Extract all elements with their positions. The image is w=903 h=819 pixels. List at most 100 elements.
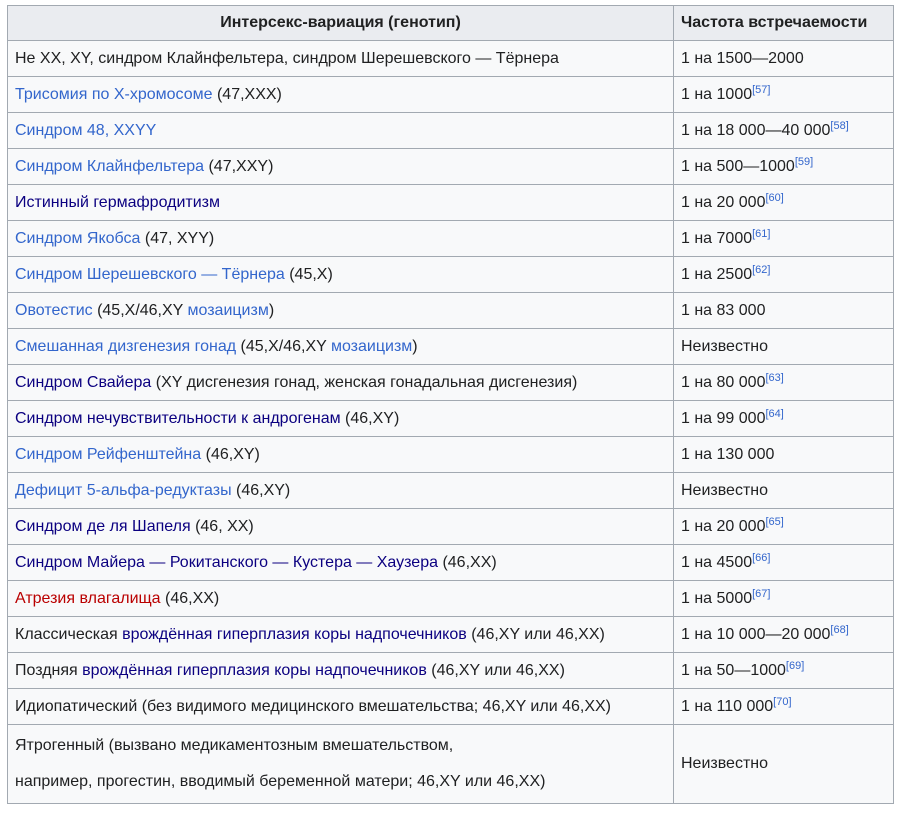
variation-text: (46,XY) xyxy=(340,409,400,427)
variation-cell: Дефицит 5-альфа-редуктазы (46,XY) xyxy=(7,472,674,509)
variation-link[interactable]: мозаицизм xyxy=(188,302,269,319)
frequency-value: 1 на 1000 xyxy=(681,85,753,103)
table-row: Синдром нечувствительности к андрогенам … xyxy=(7,400,894,437)
frequency-value: 1 на 80 000 xyxy=(681,373,766,391)
intersex-frequency-table: Интерсекс-вариация (генотип) Частота вст… xyxy=(7,5,894,804)
frequency-cell: 1 на 4500[66] xyxy=(673,544,894,581)
variation-cell: Синдром нечувствительности к андрогенам … xyxy=(7,400,674,437)
variation-cell: Смешанная дизгенезия гонад (45,X/46,XY м… xyxy=(7,328,674,365)
variation-link[interactable]: Синдром нечувствительности к андрогенам xyxy=(15,410,341,427)
frequency-cell: 1 на 5000[67] xyxy=(673,580,894,617)
variation-cell: Классическая врождённая гиперплазия коры… xyxy=(7,616,674,653)
frequency-value: 1 на 2500 xyxy=(681,265,753,283)
variation-link[interactable]: Синдром Клайнфельтера xyxy=(15,158,204,175)
reference-link[interactable]: [59] xyxy=(795,156,813,168)
reference-link[interactable]: [67] xyxy=(752,588,770,600)
variation-text: (47,XXY) xyxy=(204,157,274,175)
frequency-value: 1 на 1500—2000 xyxy=(681,49,804,67)
frequency-value: 1 на 130 000 xyxy=(681,445,775,463)
frequency-cell: 1 на 83 000 xyxy=(673,292,894,329)
reference-link[interactable]: [64] xyxy=(765,408,783,420)
reference-link[interactable]: [60] xyxy=(765,192,783,204)
frequency-cell: 1 на 130 000 xyxy=(673,436,894,473)
reference-link[interactable]: [69] xyxy=(786,660,804,672)
reference-link[interactable]: [68] xyxy=(830,624,848,636)
frequency-value: 1 на 7000 xyxy=(681,229,753,247)
table-row: Синдром Свайера (XY дисгенезия гонад, же… xyxy=(7,364,894,401)
variation-line: Ятрогенный (вызвано медикаментозным вмеш… xyxy=(15,737,454,754)
frequency-value: 1 на 83 000 xyxy=(681,301,766,319)
reference-link[interactable]: [66] xyxy=(752,552,770,564)
variation-link[interactable]: Синдром Шерешевского — Тёрнера xyxy=(15,266,285,283)
reference-link[interactable]: [61] xyxy=(752,228,770,240)
variation-cell: Ятрогенный (вызвано медикаментозным вмеш… xyxy=(7,724,674,804)
frequency-cell: 1 на 20 000[65] xyxy=(673,508,894,545)
frequency-value: 1 на 4500 xyxy=(681,553,753,571)
variation-text: (46, XX) xyxy=(190,517,254,535)
variation-text: (47, XYY) xyxy=(140,229,215,247)
variation-link[interactable]: Синдром Свайера xyxy=(15,374,151,391)
variation-text: (45,X/46,XY xyxy=(236,337,331,355)
variation-link[interactable]: врождённая гиперплазия коры надпочечнико… xyxy=(122,626,467,643)
table-row: Синдром Клайнфельтера (47,XXY) 1 на 500—1… xyxy=(7,148,894,185)
table-row: Истинный гермафродитизм 1 на 20 000[60] xyxy=(7,184,894,221)
variation-link[interactable]: Атрезия влагалища xyxy=(15,590,161,607)
variation-link[interactable]: Синдром Рейфенштейна xyxy=(15,446,201,463)
variation-cell: Атрезия влагалища (46,XX) xyxy=(7,580,674,617)
table-row: Синдром Шерешевского — Тёрнера (45,X) 1 н… xyxy=(7,256,894,293)
variation-text: ) xyxy=(268,301,275,319)
variation-link[interactable]: мозаицизм xyxy=(331,338,412,355)
variation-text: Не XX, XY, синдром Клайнфельтера, синдро… xyxy=(15,49,559,67)
table-row: Синдром Якобса (47, XYY) 1 на 7000[61] xyxy=(7,220,894,257)
variation-link[interactable]: Синдром 48, XXYY xyxy=(15,122,156,139)
variation-link[interactable]: Смешанная дизгенезия гонад xyxy=(15,338,236,355)
variation-link[interactable]: Синдром де ля Шапеля xyxy=(15,518,191,535)
variation-text: (46,XY или 46,XX) xyxy=(426,661,565,679)
variation-cell: Синдром 48, XXYY xyxy=(7,112,674,149)
variation-cell: Синдром Рейфенштейна (46,XY) xyxy=(7,436,674,473)
table-row: Синдром 48, XXYY 1 на 18 000—40 000[58] xyxy=(7,112,894,149)
variation-link[interactable]: Трисомия по X-хромосоме xyxy=(15,86,213,103)
variation-text: (45,X/46,XY xyxy=(92,301,188,319)
frequency-cell: Неизвестно xyxy=(673,472,894,509)
reference-link[interactable]: [62] xyxy=(752,264,770,276)
variation-link[interactable]: Синдром Майера — Рокитанского — Кустера … xyxy=(15,554,438,571)
variation-line: например, прогестин, вводимый беременной… xyxy=(15,773,546,790)
header-row: Интерсекс-вариация (генотип) Частота вст… xyxy=(7,5,894,41)
table-row: Синдром де ля Шапеля (46, XX) 1 на 20 000… xyxy=(7,508,894,545)
frequency-value: 1 на 500—1000 xyxy=(681,157,795,175)
frequency-cell: 1 на 80 000[63] xyxy=(673,364,894,401)
frequency-cell: 1 на 20 000[60] xyxy=(673,184,894,221)
reference-link[interactable]: [58] xyxy=(830,120,848,132)
frequency-cell: 1 на 10 000—20 000[68] xyxy=(673,616,894,653)
frequency-cell: 1 на 2500[62] xyxy=(673,256,894,293)
table-row: Смешанная дизгенезия гонад (45,X/46,XY м… xyxy=(7,328,894,365)
variation-text: (46,XY) xyxy=(231,481,291,499)
frequency-cell: 1 на 110 000[70] xyxy=(673,688,894,725)
table-row: Овотестис (45,X/46,XY мозаицизм) 1 на 83 … xyxy=(7,292,894,329)
reference-link[interactable]: [70] xyxy=(773,696,791,708)
variation-link[interactable]: Синдром Якобса xyxy=(15,230,140,247)
variation-text: Поздняя xyxy=(15,661,83,679)
variation-link[interactable]: Овотестис xyxy=(15,302,93,319)
table-row: Поздняя врождённая гиперплазия коры надп… xyxy=(7,652,894,689)
variation-link[interactable]: Дефицит 5-альфа-редуктазы xyxy=(15,482,232,499)
frequency-cell: 1 на 1000[57] xyxy=(673,76,894,113)
variation-link[interactable]: врождённая гиперплазия коры надпочечнико… xyxy=(82,662,427,679)
frequency-value: 1 на 99 000 xyxy=(681,409,766,427)
variation-text: (46,XX) xyxy=(438,553,497,571)
frequency-cell: Неизвестно xyxy=(673,328,894,365)
variation-cell: Трисомия по X-хромосоме (47,XXX) xyxy=(7,76,674,113)
variation-cell: Синдром Якобса (47, XYY) xyxy=(7,220,674,257)
table-row: Синдром Майера — Рокитанского — Кустера … xyxy=(7,544,894,581)
variation-cell: Синдром Свайера (XY дисгенезия гонад, же… xyxy=(7,364,674,401)
reference-link[interactable]: [63] xyxy=(765,372,783,384)
variation-link[interactable]: Истинный гермафродитизм xyxy=(15,194,220,211)
variation-text: Классическая xyxy=(15,625,123,643)
reference-link[interactable]: [65] xyxy=(765,516,783,528)
frequency-value: 1 на 20 000 xyxy=(681,193,766,211)
frequency-value: 1 на 110 000 xyxy=(681,697,774,715)
reference-link[interactable]: [57] xyxy=(752,84,770,96)
table-row: Трисомия по X-хромосоме (47,XXX) 1 на 100… xyxy=(7,76,894,113)
variation-text: (46,XY или 46,XX) xyxy=(466,625,605,643)
